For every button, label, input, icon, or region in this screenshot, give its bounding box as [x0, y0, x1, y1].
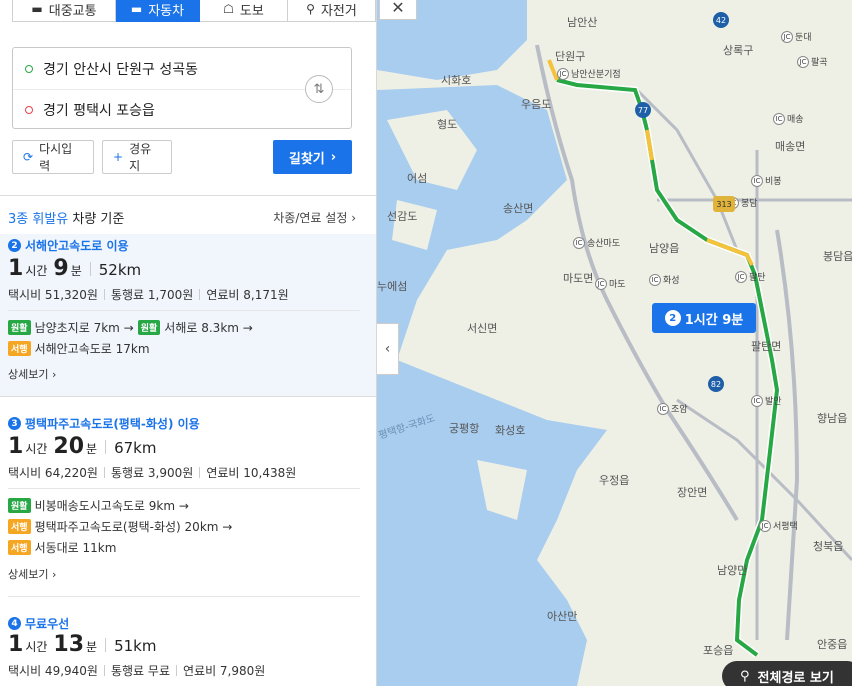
place-label: 상록구	[723, 44, 754, 57]
car-icon: ▬	[130, 2, 143, 16]
route-segment: 서행 서동대로 11km	[8, 539, 116, 556]
route-title: 4 무료우선	[8, 615, 69, 632]
ic-label: IC 화성	[649, 273, 680, 286]
route-segment: 서행 서해안고속도로 17km	[8, 340, 150, 357]
tab-bike[interactable]: ⚲ 자전거	[288, 0, 376, 22]
route-title: 2 서해안고속도로 이용	[8, 237, 129, 254]
place-label: 남양만	[717, 564, 748, 577]
highway-shield: 77	[635, 102, 651, 118]
route-segment: 원활 비봉매송도시고속도로 9km →	[8, 497, 189, 514]
place-label: 매송면	[775, 140, 806, 153]
route-icon: ⚲	[740, 668, 750, 684]
place-label: 마도면	[563, 272, 594, 285]
tab-car[interactable]: ▬ 자동차	[116, 0, 200, 22]
highway-shield: 313	[713, 196, 735, 212]
place-label: 포승읍	[703, 644, 734, 657]
swap-icon[interactable]: ⇅	[305, 75, 333, 103]
origin-dot-icon	[25, 64, 33, 73]
ic-label: JC 남안산분기점	[557, 67, 621, 80]
search-route-button[interactable]: 길찾기 ›	[273, 140, 352, 174]
route-costs: 택시비 51,320원 통행료 1,700원 연료비 8,171원	[8, 288, 289, 302]
place-label: 아산만	[547, 610, 578, 623]
tab-transit[interactable]: ▬ 대중교통	[12, 0, 116, 22]
action-row: ⟳ 다시입력 + 경유지 길찾기 ›	[12, 140, 352, 174]
route-title: 3 평택파주고속도로(평택-화성) 이용	[8, 415, 200, 432]
route-inputs: 경기 안산시 단원구 성곡동 경기 평택시 포승읍 ⇅	[12, 47, 352, 129]
place-label: 남안산	[567, 16, 598, 29]
route-card[interactable]: 4 무료우선 1 시간 13 분 51km 택시비 49,940원 통행료 무료 연료비 …	[0, 612, 376, 686]
add-waypoint-button[interactable]: + 경유지	[102, 140, 172, 174]
directions-panel: ▬ 대중교통 ▬ 자동차 ☖ 도보 ⚲ 자전거 경기 안산시 단원구 성곡동 경기 평택…	[0, 0, 377, 686]
route-duration: 1 시간 20 분 67km	[8, 434, 157, 459]
refresh-icon: ⟳	[23, 150, 34, 164]
route-card[interactable]: 3 평택파주고속도로(평택-화성) 이용 1 시간 20 분 67km 택시비 64,…	[0, 412, 376, 596]
route-time-bubble[interactable]: 2 1시간 9분	[652, 303, 756, 333]
place-label: 누에섬	[377, 280, 408, 293]
ic-label: IC 발안	[751, 394, 782, 407]
map-canvas[interactable]: 남안산 단원구 JC 남안산분기점 시화호 우음도 형도 어섬 송산면 선감도 마…	[377, 0, 852, 686]
route-costs: 택시비 64,220원 통행료 3,900원 연료비 10,438원	[8, 466, 297, 480]
highway-shield: 82	[708, 376, 724, 392]
ic-label: JC 마도	[595, 277, 626, 290]
place-label: 봉담읍	[823, 250, 852, 263]
route-segment: 원활 남양초지로 7km → 원활 서해로 8.3km →	[8, 319, 253, 336]
divider	[0, 195, 376, 196]
place-label: 팔탄면	[751, 340, 782, 353]
place-label: 궁평항	[449, 422, 480, 435]
place-label: 안중읍	[817, 638, 848, 651]
place-label: 우음도	[521, 98, 552, 111]
reset-button[interactable]: ⟳ 다시입력	[12, 140, 94, 174]
ic-label: IC 송산마도	[573, 236, 620, 249]
ic-label: JC 서평택	[759, 519, 798, 532]
transport-mode-tabs: ▬ 대중교통 ▬ 자동차 ☖ 도보 ⚲ 자전거	[12, 0, 376, 22]
ic-label: IC 조암	[657, 402, 688, 415]
ic-label: IC 비봉	[751, 174, 782, 187]
chevron-right-icon: ›	[330, 149, 337, 165]
route-duration: 1 시간 13 분 51km	[8, 632, 157, 657]
route-costs: 택시비 49,940원 통행료 무료 연료비 7,980원	[8, 664, 266, 678]
place-label: 장안면	[677, 486, 708, 499]
collapse-panel-button[interactable]: ‹	[377, 323, 399, 375]
highway-shield: 42	[713, 12, 729, 28]
vehicle-settings-link[interactable]: 차종/연료 설정 ›	[273, 209, 356, 226]
detail-link[interactable]: 상세보기 ›	[8, 366, 56, 382]
destination-field[interactable]: 경기 평택시 포승읍	[13, 89, 351, 130]
full-route-button[interactable]: ⚲ 전체경로 보기	[722, 661, 852, 686]
route-duration: 1 시간 9분 52km	[8, 256, 142, 281]
ic-label: IC 매송	[773, 112, 804, 125]
tab-walk[interactable]: ☖ 도보	[200, 0, 288, 22]
place-label: 단원구	[555, 50, 586, 63]
place-label: 향남읍	[817, 412, 848, 425]
place-label: 송산면	[503, 202, 534, 215]
ic-label: JC 둔대	[781, 30, 812, 43]
destination-dot-icon	[25, 106, 33, 114]
place-label: 우정읍	[599, 474, 630, 487]
walk-icon: ☖	[223, 2, 234, 16]
chevron-left-icon: ‹	[384, 341, 391, 357]
place-label: 화성호	[495, 424, 526, 437]
place-label: 남양읍	[649, 242, 680, 255]
detail-link[interactable]: 상세보기 ›	[8, 566, 56, 582]
place-label: 서신면	[467, 322, 498, 335]
ic-label: JC 팔곡	[797, 55, 828, 68]
origin-field[interactable]: 경기 안산시 단원구 성곡동	[13, 48, 351, 89]
route-segment: 서행 평택파주고속도로(평택-화성) 20km →	[8, 518, 232, 535]
close-icon[interactable]: ✕	[379, 0, 417, 20]
place-label: 선감도	[387, 210, 418, 223]
route-card[interactable]: 2 서해안고속도로 이용 1 시간 9분 52km 택시비 51,320원 통행료 1…	[0, 234, 376, 396]
vehicle-basis: 3종 휘발유 차량 기준	[8, 212, 125, 227]
plus-icon: +	[113, 150, 124, 164]
place-label: 청북읍	[813, 540, 844, 553]
place-label: 형도	[437, 118, 458, 131]
place-label: 어섬	[407, 172, 428, 185]
place-label: 시화호	[441, 74, 472, 87]
bus-icon: ▬	[31, 2, 43, 16]
bike-icon: ⚲	[306, 2, 315, 16]
ic-label: JC 팔탄	[735, 270, 766, 283]
